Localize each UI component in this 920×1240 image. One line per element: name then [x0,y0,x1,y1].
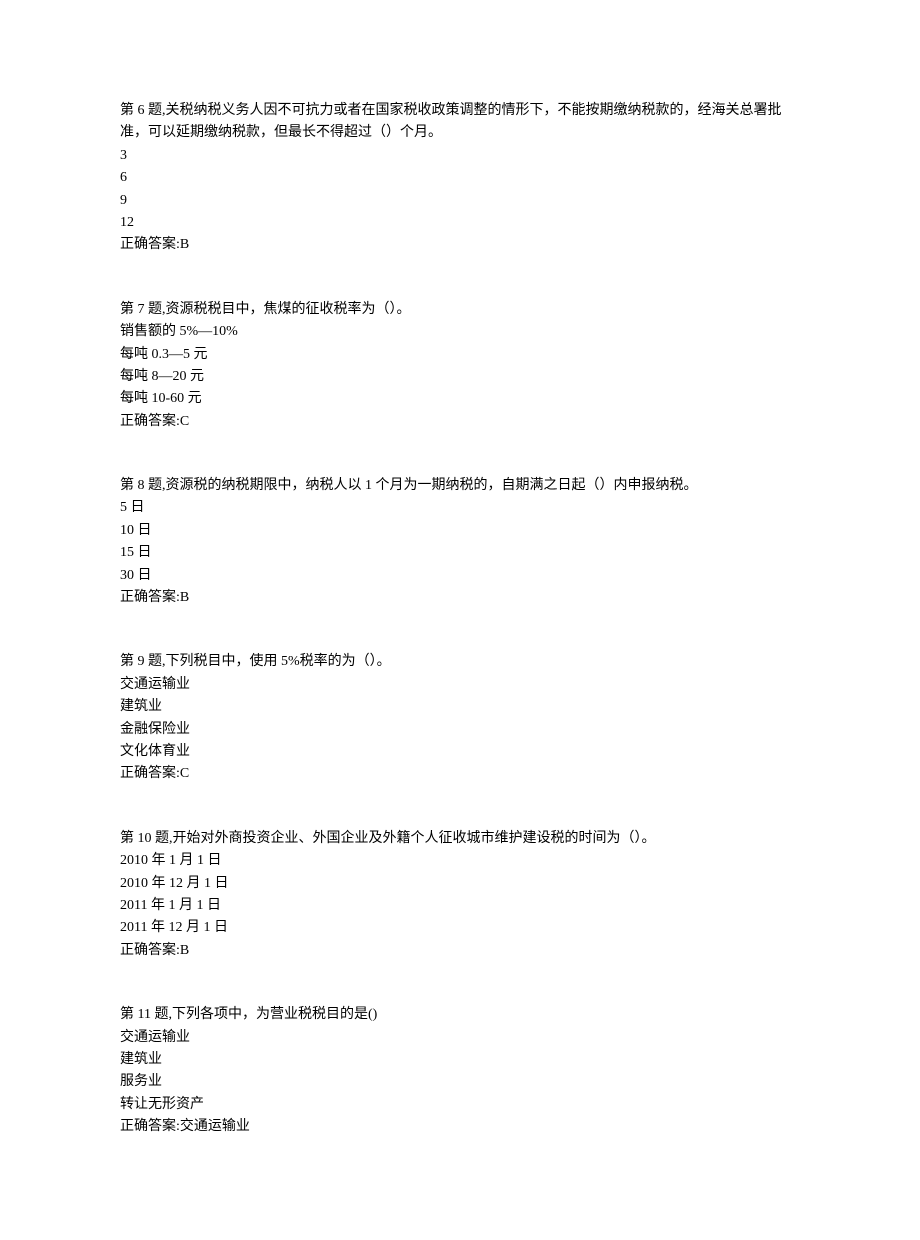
question-stem: 第 9 题,下列税目中，使用 5%税率的为（）。 [120,651,800,673]
question-stem: 第 8 题,资源税的纳税期限中，纳税人以 1 个月为一期纳税的，自期满之日起（）… [120,475,800,497]
question-option: 交通运输业 [120,674,800,696]
question-stem: 第 10 题,开始对外商投资企业、外国企业及外籍个人征收城市维护建设税的时间为（… [120,828,800,850]
question-6: 第 6 题,关税纳税义务人因不可抗力或者在国家税收政策调整的情形下，不能按期缴纳… [120,100,800,257]
question-option: 2010 年 12 月 1 日 [120,873,800,895]
question-11: 第 11 题,下列各项中，为营业税税目的是() 交通运输业 建筑业 服务业 转让… [120,1004,800,1138]
question-option: 6 [120,167,800,189]
question-option: 服务业 [120,1071,800,1093]
question-stem: 第 11 题,下列各项中，为营业税税目的是() [120,1004,800,1026]
question-8: 第 8 题,资源税的纳税期限中，纳税人以 1 个月为一期纳税的，自期满之日起（）… [120,475,800,609]
question-option: 30 日 [120,565,800,587]
question-option: 建筑业 [120,1049,800,1071]
question-option: 12 [120,212,800,234]
question-7: 第 7 题,资源税税目中，焦煤的征收税率为（）。 销售额的 5%—10% 每吨 … [120,299,800,433]
question-option: 每吨 0.3—5 元 [120,344,800,366]
question-option: 每吨 8—20 元 [120,366,800,388]
question-answer: 正确答案:B [120,234,800,256]
question-option: 2010 年 1 月 1 日 [120,850,800,872]
question-option: 交通运输业 [120,1027,800,1049]
question-answer: 正确答案:C [120,763,800,785]
question-option: 金融保险业 [120,719,800,741]
question-option: 建筑业 [120,696,800,718]
question-option: 每吨 10-60 元 [120,388,800,410]
question-9: 第 9 题,下列税目中，使用 5%税率的为（）。 交通运输业 建筑业 金融保险业… [120,651,800,785]
question-answer: 正确答案:B [120,587,800,609]
question-answer: 正确答案:交通运输业 [120,1116,800,1138]
question-option: 15 日 [120,542,800,564]
question-option: 10 日 [120,520,800,542]
question-stem: 第 7 题,资源税税目中，焦煤的征收税率为（）。 [120,299,800,321]
question-option: 2011 年 12 月 1 日 [120,917,800,939]
question-option: 5 日 [120,497,800,519]
question-option: 文化体育业 [120,741,800,763]
question-answer: 正确答案:C [120,411,800,433]
question-option: 销售额的 5%—10% [120,321,800,343]
question-answer: 正确答案:B [120,940,800,962]
question-option: 转让无形资产 [120,1094,800,1116]
question-10: 第 10 题,开始对外商投资企业、外国企业及外籍个人征收城市维护建设税的时间为（… [120,828,800,962]
question-stem: 第 6 题,关税纳税义务人因不可抗力或者在国家税收政策调整的情形下，不能按期缴纳… [120,100,800,145]
question-option: 3 [120,145,800,167]
question-option: 9 [120,190,800,212]
question-option: 2011 年 1 月 1 日 [120,895,800,917]
